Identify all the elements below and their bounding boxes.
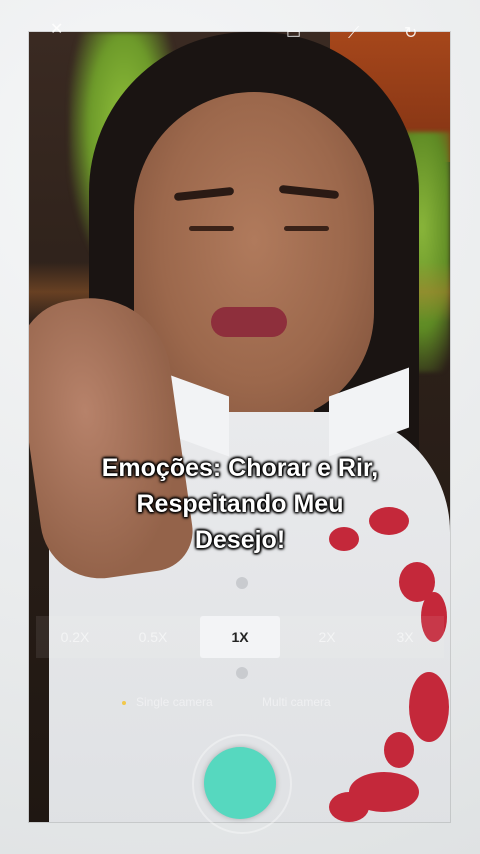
zoom-option-3x[interactable]: 3X bbox=[366, 616, 444, 658]
caption-line: Emoções: Chorar e Rir, bbox=[101, 454, 379, 482]
active-mode-indicator bbox=[122, 701, 126, 705]
right-eye bbox=[284, 226, 329, 231]
shirt-button bbox=[236, 577, 248, 589]
person-lips bbox=[211, 307, 287, 337]
zoom-option-0.2x[interactable]: 0.2X bbox=[36, 616, 114, 658]
shirt-button bbox=[236, 667, 248, 679]
frame-icon[interactable]: ▭ bbox=[286, 26, 301, 42]
mode-single-camera[interactable]: Single camera bbox=[136, 695, 213, 709]
refresh-icon[interactable]: ↻ bbox=[404, 26, 417, 42]
video-caption: Emoções: Chorar e Rir, Respeitando Meu D… bbox=[0, 450, 480, 558]
zoom-option-2x[interactable]: 2X bbox=[288, 616, 366, 658]
top-toolbar: ✕ ▭ ⟋ ↻ bbox=[0, 22, 480, 42]
zoom-option-1x[interactable]: 1X bbox=[200, 616, 280, 658]
close-icon[interactable]: ✕ bbox=[50, 22, 63, 38]
camera-mode-selector: Single camera Multi camera bbox=[0, 694, 480, 714]
shutter-button[interactable] bbox=[204, 747, 276, 819]
caption-line: Respeitando Meu bbox=[136, 490, 344, 518]
left-eye bbox=[189, 226, 234, 231]
caption-line: Desejo! bbox=[194, 526, 286, 554]
mode-multi-camera[interactable]: Multi camera bbox=[262, 695, 331, 709]
zoom-selector: 0.2X 0.5X 1X 2X 3X bbox=[36, 616, 444, 658]
magic-wand-icon[interactable]: ⟋ bbox=[348, 26, 359, 42]
shirt-flower bbox=[329, 792, 369, 822]
zoom-option-0.5x[interactable]: 0.5X bbox=[114, 616, 192, 658]
shirt-flower bbox=[384, 732, 414, 768]
